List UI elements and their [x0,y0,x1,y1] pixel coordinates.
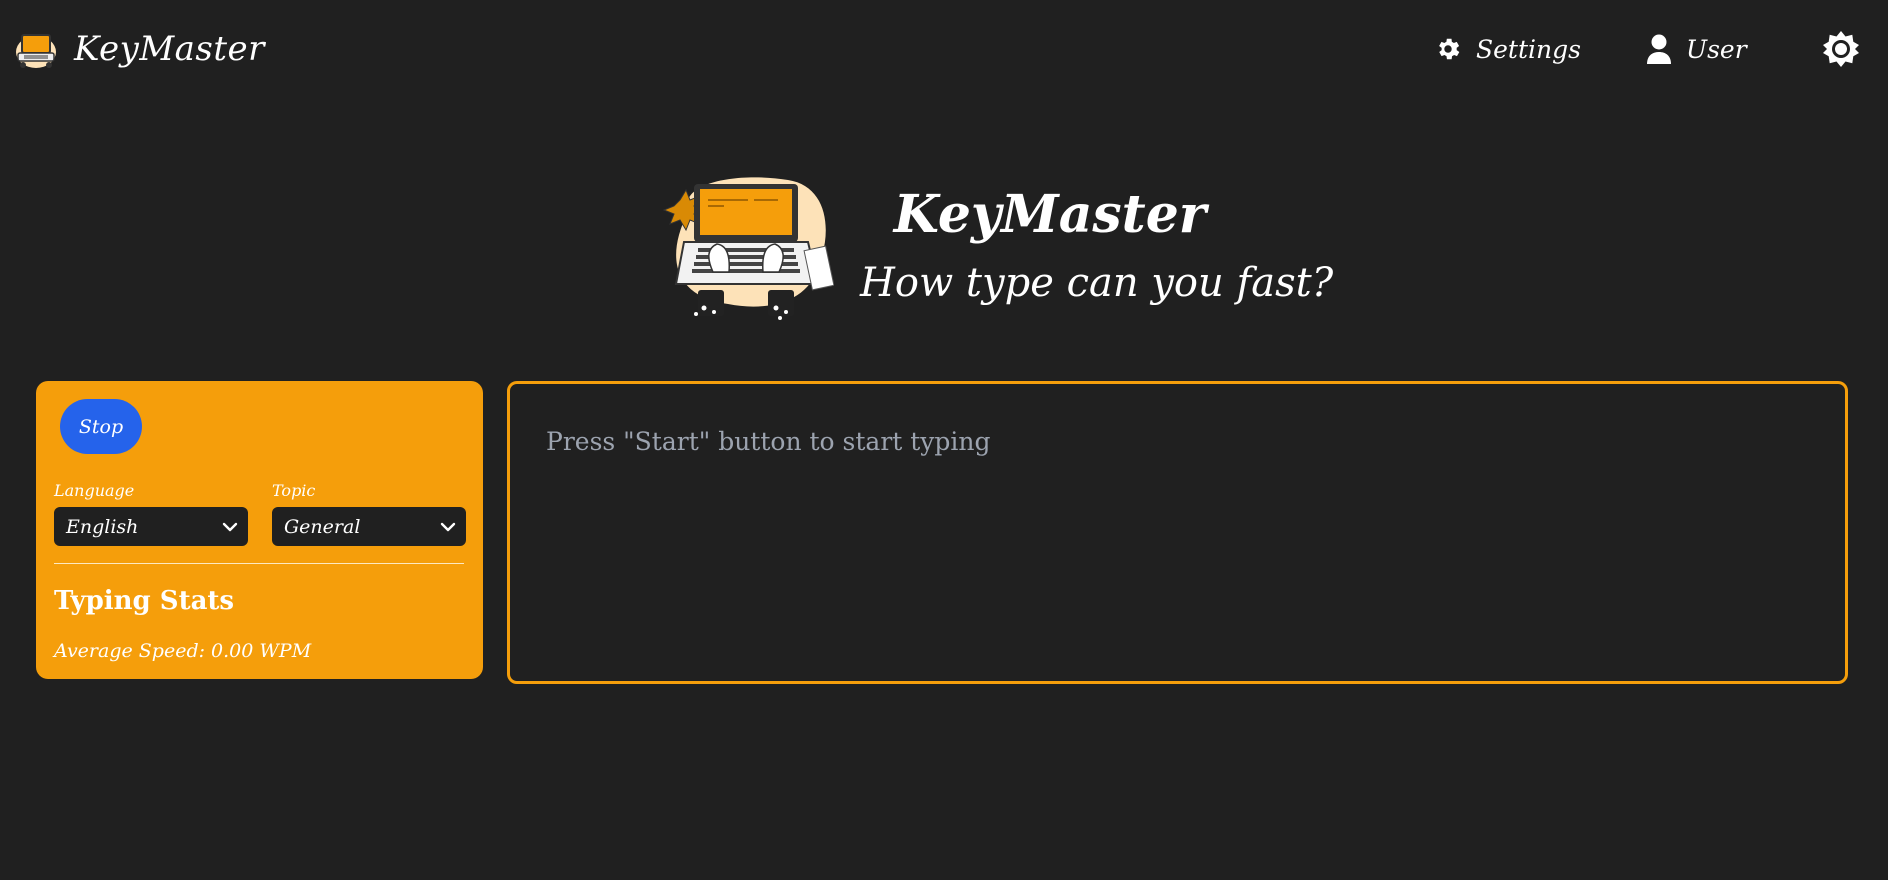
typing-prompt: Press "Start" button to start typing [546,427,991,456]
hero-title: KeyMaster [893,184,1207,245]
panel-divider [54,563,464,564]
brand-link[interactable]: KeyMaster [14,24,265,74]
topic-value: General [284,515,361,538]
stop-button[interactable]: Stop [60,399,142,454]
typing-laptop-illustration [658,172,835,326]
gear-icon [1434,35,1462,63]
topic-label: Topic [272,481,316,500]
language-label: Language [54,481,135,500]
typing-stats-title: Typing Stats [54,586,235,616]
sun-icon [1822,30,1860,68]
average-speed: Average Speed: 0.00 WPM [54,640,312,662]
top-navbar: KeyMaster Settings User [0,0,1888,100]
language-value: English [66,515,139,538]
theme-toggle-button[interactable] [1822,30,1860,68]
typing-area[interactable]: Press "Start" button to start typing [507,381,1848,684]
user-label: User [1686,34,1747,64]
user-link[interactable]: User [1646,26,1747,72]
hero-subtitle: How type can you fast? [860,260,1334,306]
chevron-down-icon [222,522,238,532]
brand-name: KeyMaster [74,29,265,69]
settings-link[interactable]: Settings [1434,26,1581,72]
settings-label: Settings [1476,34,1581,64]
control-panel: Stop Language English Topic General Typi… [36,381,483,679]
topic-select[interactable]: General [272,507,466,546]
chevron-down-icon [440,522,456,532]
user-icon [1646,34,1672,64]
language-select[interactable]: English [54,507,248,546]
laptop-logo-icon [14,27,58,71]
